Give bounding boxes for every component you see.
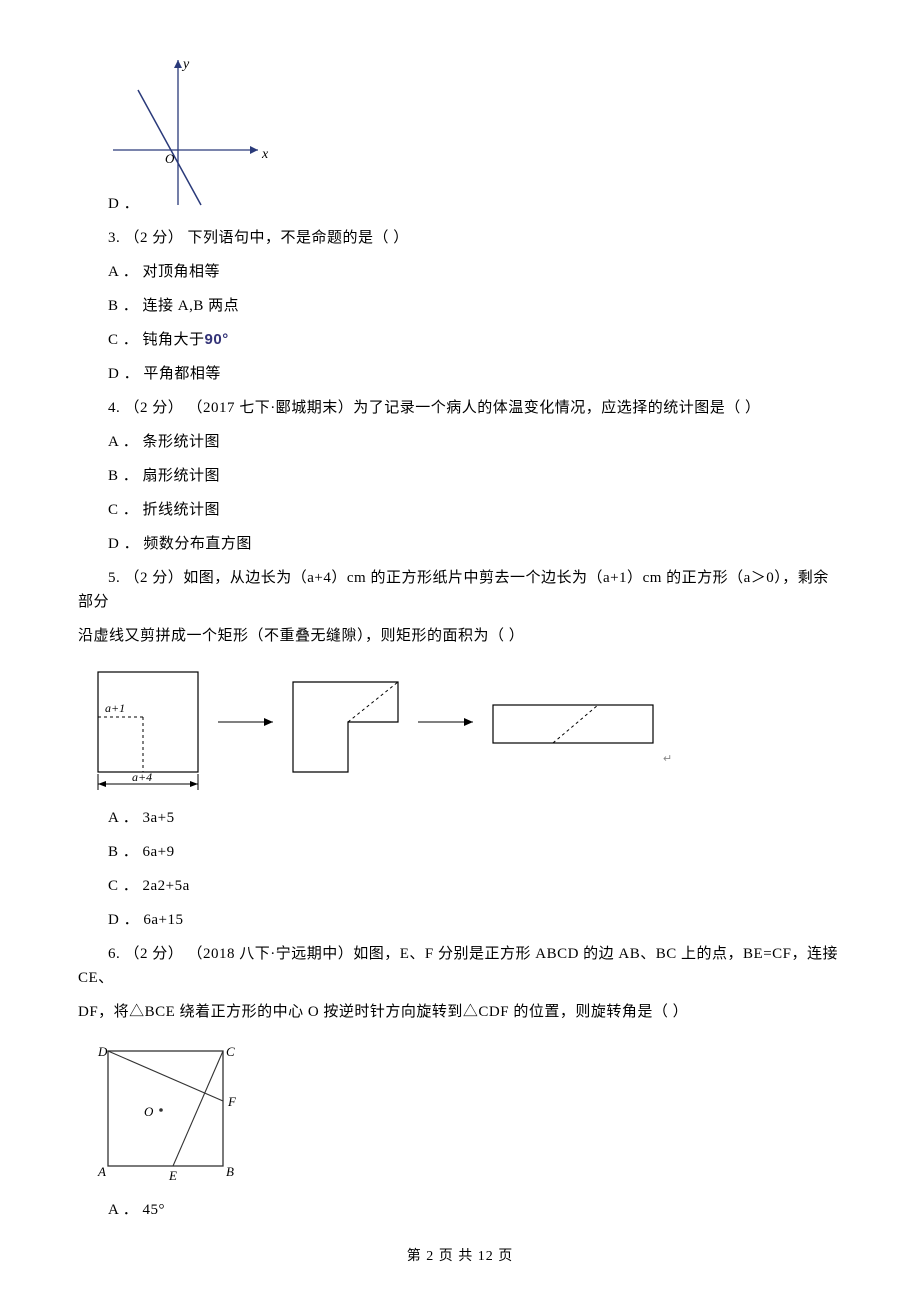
q6-O: O [144,1104,154,1119]
q5-label-a4: a+4 [132,770,152,784]
q6-F: F [227,1094,237,1109]
q3-option-c: C ． 钝角大于90° [78,328,842,352]
origin-label: O [165,151,175,166]
x-axis-label: x [261,147,269,162]
q5-option-d: D ． 6a+15 [78,908,842,932]
q3-c-degree: 90° [205,331,229,348]
q3-option-a: A ． 对顶角相等 [78,260,842,284]
q3-option-d: D ． 平角都相等 [78,362,842,386]
q3-stem: 3. （2 分） 下列语句中，不是命题的是（ ） [78,226,842,250]
q6-option-a: A ． 45° [78,1198,842,1222]
q3-option-b: B ． 连接 A,B 两点 [78,294,842,318]
q6-figure: D C A B E F O [88,1036,842,1186]
q6-D: D [97,1044,108,1059]
q4-option-d: D ． 频数分布直方图 [78,532,842,556]
q4-option-b: B ． 扇形统计图 [78,464,842,488]
q4-option-c: C ． 折线统计图 [78,498,842,522]
q5-figure: a+1 a+4 ↵ [88,662,842,792]
q4-option-a: A ． 条形统计图 [78,430,842,454]
q6-C: C [226,1044,235,1059]
q5-label-a1: a+1 [105,701,125,715]
q5-option-c: C ． 2a2+5a [78,874,842,898]
q3-c-prefix: C ． 钝角大于 [108,332,205,348]
q5-option-a: A ． 3a+5 [78,806,842,830]
q6-E: E [168,1168,177,1183]
q6-stem-line1: 6. （2 分） （2018 八下·宁远期中）如图，E、F 分别是正方形 ABC… [78,942,842,990]
coordinate-graph-d: x y O [103,50,273,210]
q6-B: B [226,1164,234,1179]
y-axis-label: y [181,57,190,72]
q2-option-d-row: x y O [78,50,842,210]
svg-text:↵: ↵ [663,753,672,765]
q5-stem-line2: 沿虚线又剪拼成一个矩形（不重叠无缝隙），则矩形的面积为（ ） [78,624,842,648]
q6-A: A [97,1164,106,1179]
q5-option-b: B ． 6a+9 [78,840,842,864]
q4-stem: 4. （2 分） （2017 七下·郾城期末）为了记录一个病人的体温变化情况，应… [78,396,842,420]
q6-stem-line2: DF，将△BCE 绕着正方形的中心 O 按逆时针方向旋转到△CDF 的位置，则旋… [78,1000,842,1024]
document-page: x y O D ． 3. （2 分） 下列语句中，不是命题的是（ ） A ． 对… [0,0,920,1298]
page-footer: 第 2 页 共 12 页 [78,1246,842,1268]
q5-stem-line1: 5. （2 分）如图，从边长为（a+4）cm 的正方形纸片中剪去一个边长为（a+… [78,566,842,614]
